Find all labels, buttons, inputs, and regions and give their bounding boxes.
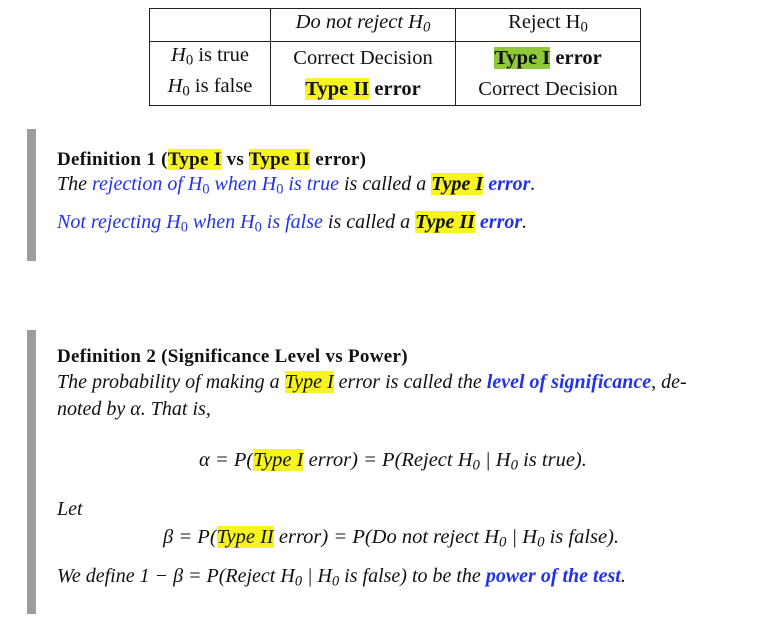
- cell-type2-error: Type II error: [270, 73, 456, 107]
- definition-1-line-2: Not rejecting H0 when H0 is false is cal…: [57, 211, 528, 236]
- table-header-row: Do not reject H0 Reject H0: [149, 8, 641, 42]
- definition-2-box: Definition 2 (Significance Level vs Powe…: [27, 330, 761, 614]
- table-row: H0 is true Correct Decision Type I error: [149, 41, 641, 74]
- cell-correct-decision: Correct Decision: [455, 73, 641, 107]
- definition-2-title: Definition 2 (Significance Level vs Powe…: [57, 346, 408, 367]
- row-label-true: H0 is true: [149, 41, 271, 74]
- definition-bar: [27, 330, 36, 614]
- header-reject: Reject H0: [455, 8, 641, 42]
- definition-1-box: Definition 1 (Type I vs Type II error) T…: [27, 129, 761, 261]
- decision-table: Do not reject H0 Reject H0 H0 is true Co…: [149, 8, 641, 107]
- definition-2-line-3: We define 1 − β = P(Reject H0 | H0 is fa…: [57, 565, 626, 590]
- alpha-equation: α = P(Type I error) = P(Reject H0 | H0 i…: [199, 449, 587, 474]
- header-do-not-reject: Do not reject H0: [270, 8, 456, 42]
- definition-2-line-1: The probability of making a Type I error…: [57, 371, 687, 393]
- table-row: H0 is false Type II error Correct Decisi…: [149, 73, 641, 107]
- table-corner-cell: [149, 8, 271, 42]
- definition-1-title: Definition 1 (Type I vs Type II error): [57, 149, 367, 170]
- row-label-false: H0 is false: [149, 73, 271, 107]
- beta-equation: β = P(Type II error) = P(Do not reject H…: [163, 526, 620, 551]
- definition-bar: [27, 129, 36, 261]
- cell-type1-error: Type I error: [455, 41, 641, 74]
- cell-correct-decision: Correct Decision: [270, 41, 456, 74]
- definition-1-line-1: The rejection of H0 when H0 is true is c…: [57, 173, 536, 198]
- let-label: Let: [57, 498, 83, 520]
- definition-2-line-2: noted by α. That is,: [57, 398, 211, 420]
